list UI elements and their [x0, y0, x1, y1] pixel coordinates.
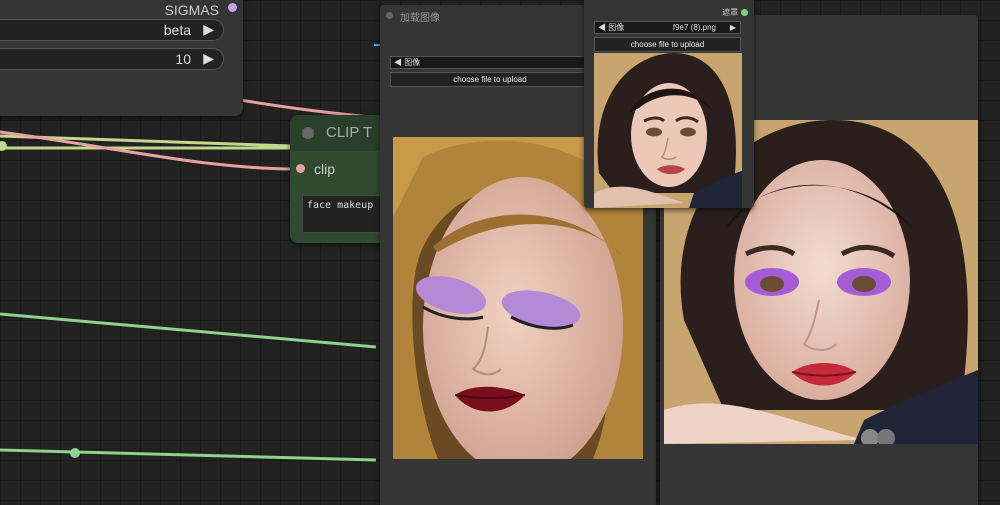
image-select-label: 图像 — [608, 23, 625, 32]
clip-input-label: clip — [314, 161, 336, 177]
scheduler-node[interactable]: SIGMAS beta ▶ 10 ▶ — [0, 0, 243, 116]
node-collapse-dot[interactable] — [386, 12, 393, 19]
node-collapse-dot[interactable] — [302, 127, 314, 139]
arrow-right-icon[interactable]: ▶ — [730, 22, 736, 33]
image-output-label: 图像 — [722, 0, 738, 1]
steps-input[interactable]: 10 ▶ — [0, 48, 224, 70]
image-file-name: f9e7 (8).png — [672, 23, 716, 32]
image-select-label: 图像 — [404, 58, 421, 67]
load-image-title: 加载图像 — [400, 13, 440, 24]
prompt-text: face makeup — [307, 200, 374, 211]
image-file-select[interactable]: ◀ 图像 f9e7 (8).png ▶ — [594, 21, 741, 34]
clip-node-header[interactable]: CLIP T — [290, 115, 386, 151]
image-select[interactable]: ◀ 图像 — [390, 56, 590, 69]
wire-green-1 — [0, 312, 377, 349]
load-image-node-2[interactable]: 图像 遮罩 ◀ 图像 f9e7 (8).png ▶ choose file to… — [584, 0, 754, 208]
steps-value: 10 — [175, 51, 191, 67]
scheduler-value: beta — [163, 22, 191, 38]
loaded-image-thumbnail — [594, 53, 742, 208]
wire-clip-lower — [0, 130, 293, 171]
choose-file-upload-button[interactable]: choose file to upload — [390, 72, 590, 87]
prompt-textarea[interactable]: face makeup — [302, 195, 392, 233]
sigmas-output-dot[interactable] — [228, 3, 237, 12]
mask-output-dot[interactable] — [741, 9, 748, 16]
arrow-left-icon[interactable]: ◀ — [394, 58, 402, 67]
mask-output-label: 遮罩 — [722, 8, 738, 17]
arrow-right-icon[interactable]: ▶ — [203, 21, 214, 38]
wire-green-2 — [0, 448, 377, 462]
scheduler-select[interactable]: beta ▶ — [0, 19, 224, 41]
clip-text-encode-node[interactable]: CLIP T clip face makeup — [290, 115, 392, 243]
clip-input-dot[interactable] — [296, 164, 305, 173]
arrow-right-icon[interactable]: ▶ — [203, 50, 214, 67]
clip-node-title: CLIP T — [326, 124, 373, 141]
choose-file-upload-button[interactable]: choose file to upload — [594, 37, 741, 52]
wire-reroute-dot-2 — [70, 448, 80, 458]
arrow-left-icon[interactable]: ◀ — [598, 23, 606, 32]
sigmas-output-label: SIGMAS — [164, 2, 219, 18]
